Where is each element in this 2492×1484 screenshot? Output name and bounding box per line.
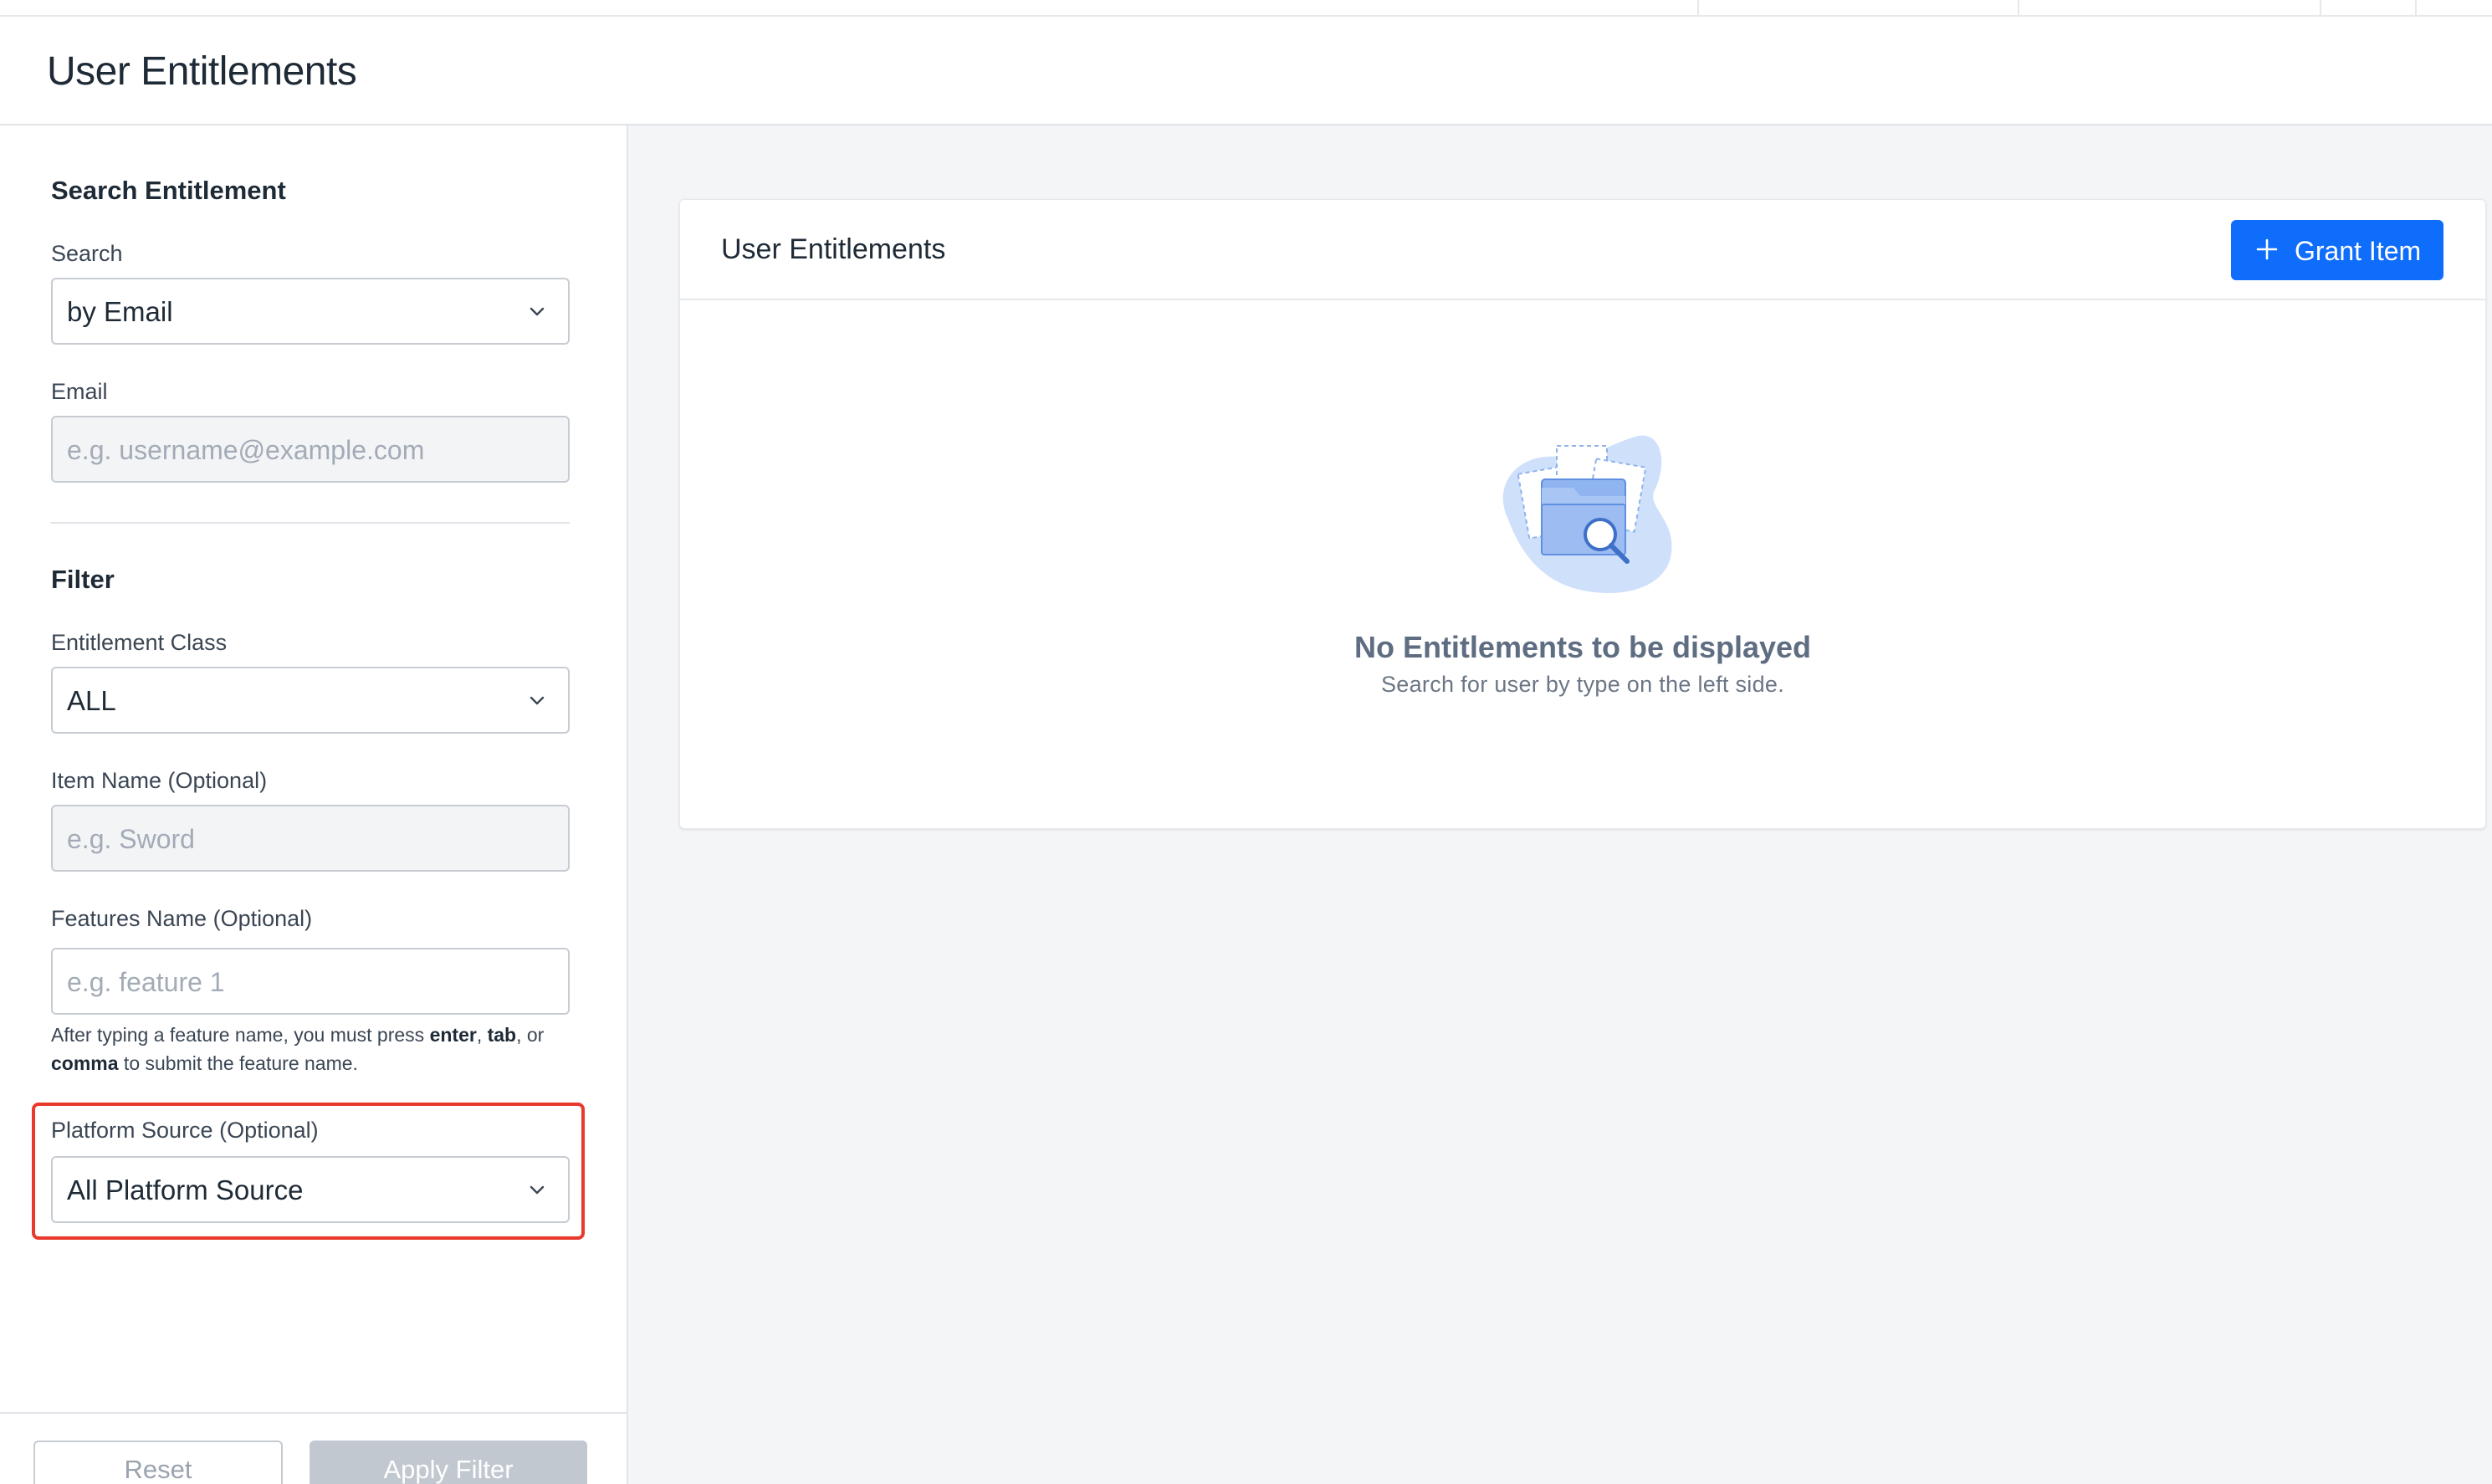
filter-sidebar: Search Entitlement Search by Email Email… [0,125,628,1484]
helper-key-tab: tab [487,1024,517,1046]
page-title: User Entitlements [47,49,357,94]
page-header: User Entitlements [0,17,2492,125]
search-type-label: Search [51,241,123,266]
item-name-input[interactable]: e.g. Sword [51,805,570,872]
card-header: User Entitlements Grant Item [680,200,2485,300]
entitlement-class-value: ALL [67,685,116,716]
features-name-placeholder: e.g. feature 1 [67,967,225,997]
top-bar-separator [2018,0,2019,17]
features-helper-text: After typing a feature name, you must pr… [51,1021,586,1077]
top-bar [0,0,2492,17]
sidebar-divider [51,522,570,524]
search-type-value: by Email [67,296,173,327]
email-input[interactable]: e.g. username@example.com [51,416,570,483]
top-bar-separator [2320,0,2321,17]
chevron-down-icon [530,696,545,705]
grant-item-label: Grant Item [2295,236,2422,266]
features-name-label: Features Name (Optional) [51,906,313,931]
main-content: User Entitlements Grant Item No Entitlem… [628,125,2492,1484]
empty-state-title: No Entitlements to be displayed [1353,630,1812,664]
item-name-label: Item Name (Optional) [51,768,268,793]
email-label: Email [51,379,108,404]
top-bar-separator [2415,0,2417,17]
apply-filter-button[interactable]: Apply Filter [310,1441,587,1484]
entitlement-class-label: Entitlement Class [51,630,228,655]
chevron-down-icon [530,307,545,316]
helper-text-prefix: After typing a feature name, you must pr… [51,1024,430,1046]
email-placeholder: e.g. username@example.com [67,435,425,465]
search-section-title: Search Entitlement [51,176,286,205]
sidebar-footer-divider [0,1412,628,1414]
empty-state-subtitle: Search for user by type on the left side… [1380,672,1785,697]
empty-folder-search-illustration [1502,435,1672,593]
helper-key-comma: comma [51,1052,119,1074]
card-title: User Entitlements [721,233,946,265]
reset-button[interactable]: Reset [33,1441,283,1484]
helper-text-suffix: to submit the feature name. [118,1052,358,1074]
helper-text-separator: , or [516,1024,545,1046]
item-name-placeholder: e.g. Sword [67,824,195,854]
entitlement-class-select[interactable]: ALL [51,667,570,734]
helper-key-enter: enter [429,1024,477,1046]
filter-section-title: Filter [51,565,115,594]
plus-icon [2256,238,2278,260]
features-name-input[interactable]: e.g. feature 1 [51,948,570,1015]
search-type-select[interactable]: by Email [51,278,570,345]
entitlements-card: User Entitlements Grant Item No Entitlem… [679,199,2486,829]
helper-text-separator: , [476,1024,488,1046]
grant-item-button[interactable]: Grant Item [2231,220,2443,280]
top-bar-separator [1697,0,1699,17]
highlight-annotation-box [32,1103,585,1240]
